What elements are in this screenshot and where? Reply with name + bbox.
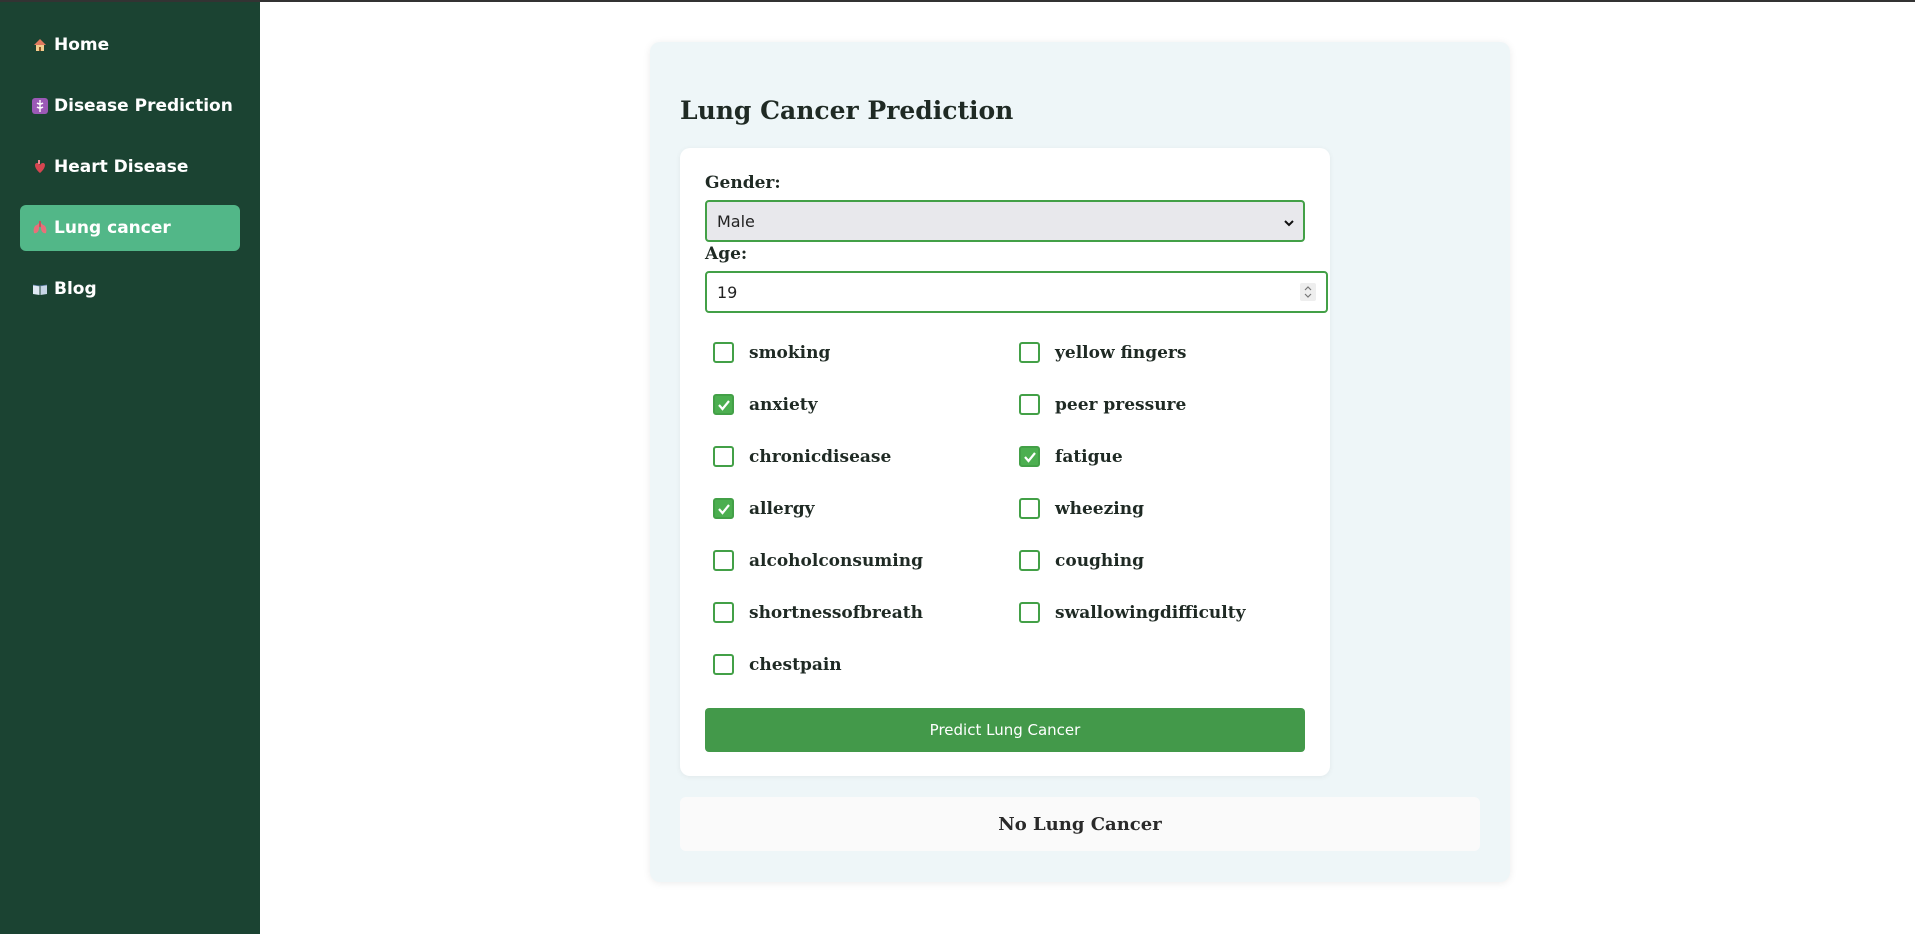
- sidebar-item-label: Disease Prediction: [54, 96, 233, 116]
- checkbox-chronicdisease[interactable]: chronicdisease: [713, 446, 891, 467]
- age-stepper[interactable]: [1300, 283, 1316, 301]
- checkbox[interactable]: [1019, 446, 1040, 467]
- checkbox-smoking[interactable]: smoking: [713, 342, 830, 363]
- gender-label: Gender:: [705, 173, 781, 193]
- sidebar-item-label: Heart Disease: [54, 157, 189, 177]
- sidebar-item-home[interactable]: Home: [20, 22, 240, 68]
- sidebar-item-label: Blog: [54, 279, 97, 299]
- checkbox-alcoholconsuming[interactable]: alcoholconsuming: [713, 550, 923, 571]
- checkbox-label: coughing: [1055, 550, 1145, 571]
- checkbox[interactable]: [713, 394, 734, 415]
- gender-select-value: Male: [717, 211, 755, 231]
- age-input[interactable]: 19: [705, 271, 1328, 313]
- checkmark-icon: [717, 503, 730, 515]
- checkbox-label: smoking: [749, 342, 831, 363]
- checkbox-swallowingdifficulty[interactable]: swallowingdifficulty: [1019, 602, 1245, 623]
- checkbox-label: anxiety: [749, 394, 818, 415]
- page-title: Lung Cancer Prediction: [680, 96, 1014, 125]
- checkbox-label: shortnessofbreath: [749, 602, 923, 623]
- sidebar-item-heart-disease[interactable]: Heart Disease: [20, 144, 240, 190]
- checkbox[interactable]: [713, 498, 734, 519]
- checkbox[interactable]: [1019, 498, 1040, 519]
- checkbox[interactable]: [1019, 602, 1040, 623]
- checkbox-chestpain[interactable]: chestpain: [713, 654, 842, 675]
- sidebar-item-lung-cancer[interactable]: Lung cancer: [20, 205, 240, 251]
- checkbox[interactable]: [713, 342, 734, 363]
- checkbox-anxiety[interactable]: anxiety: [713, 394, 818, 415]
- checkbox-allergy[interactable]: allergy: [713, 498, 814, 519]
- sidebar: Home Disease Prediction Heart Disease Lu…: [0, 2, 260, 934]
- open-book-icon: [32, 281, 48, 297]
- checkbox-wheezing[interactable]: wheezing: [1019, 498, 1144, 519]
- checkmark-icon: [1023, 451, 1036, 463]
- medical-symbol-icon: [32, 98, 48, 114]
- checkbox-shortnessofbreath[interactable]: shortnessofbreath: [713, 602, 923, 623]
- gender-select[interactable]: Male: [705, 200, 1305, 242]
- checkbox-fatigue[interactable]: fatigue: [1019, 446, 1123, 467]
- checkbox[interactable]: [713, 654, 734, 675]
- checkbox-yellow-fingers[interactable]: yellow fingers: [1019, 342, 1186, 363]
- age-input-value: 19: [717, 282, 738, 302]
- house-icon: [32, 37, 48, 53]
- checkbox-label: fatigue: [1055, 446, 1123, 467]
- checkbox-label: yellow fingers: [1055, 342, 1187, 363]
- anatomical-heart-icon: [32, 159, 48, 175]
- lungs-icon: [32, 220, 48, 236]
- checkbox-label: swallowingdifficulty: [1055, 602, 1246, 623]
- checkbox[interactable]: [1019, 342, 1040, 363]
- checkbox[interactable]: [1019, 550, 1040, 571]
- sidebar-item-label: Lung cancer: [54, 218, 171, 238]
- chevron-down-icon: [1283, 214, 1295, 233]
- checkbox-coughing[interactable]: coughing: [1019, 550, 1144, 571]
- checkbox[interactable]: [713, 602, 734, 623]
- sidebar-item-blog[interactable]: Blog: [20, 266, 240, 312]
- checkmark-icon: [717, 399, 730, 411]
- sidebar-item-label: Home: [54, 35, 110, 55]
- checkbox[interactable]: [713, 446, 734, 467]
- checkbox-label: chestpain: [749, 654, 842, 675]
- checkbox[interactable]: [1019, 394, 1040, 415]
- prediction-card: Lung Cancer Prediction Gender: Male Age:…: [650, 42, 1510, 882]
- age-label: Age:: [705, 244, 748, 264]
- prediction-result: No Lung Cancer: [680, 797, 1480, 851]
- checkbox-peer-pressure[interactable]: peer pressure: [1019, 394, 1186, 415]
- predict-button[interactable]: Predict Lung Cancer: [705, 708, 1305, 752]
- checkbox-label: alcoholconsuming: [749, 550, 923, 571]
- sidebar-item-disease-prediction[interactable]: Disease Prediction: [20, 83, 240, 129]
- checkbox[interactable]: [713, 550, 734, 571]
- checkbox-label: chronicdisease: [749, 446, 892, 467]
- checkbox-label: peer pressure: [1055, 394, 1187, 415]
- prediction-form: Gender: Male Age: 19 smoking yellow fing…: [680, 148, 1330, 776]
- checkbox-label: wheezing: [1055, 498, 1144, 519]
- checkbox-label: allergy: [749, 498, 815, 519]
